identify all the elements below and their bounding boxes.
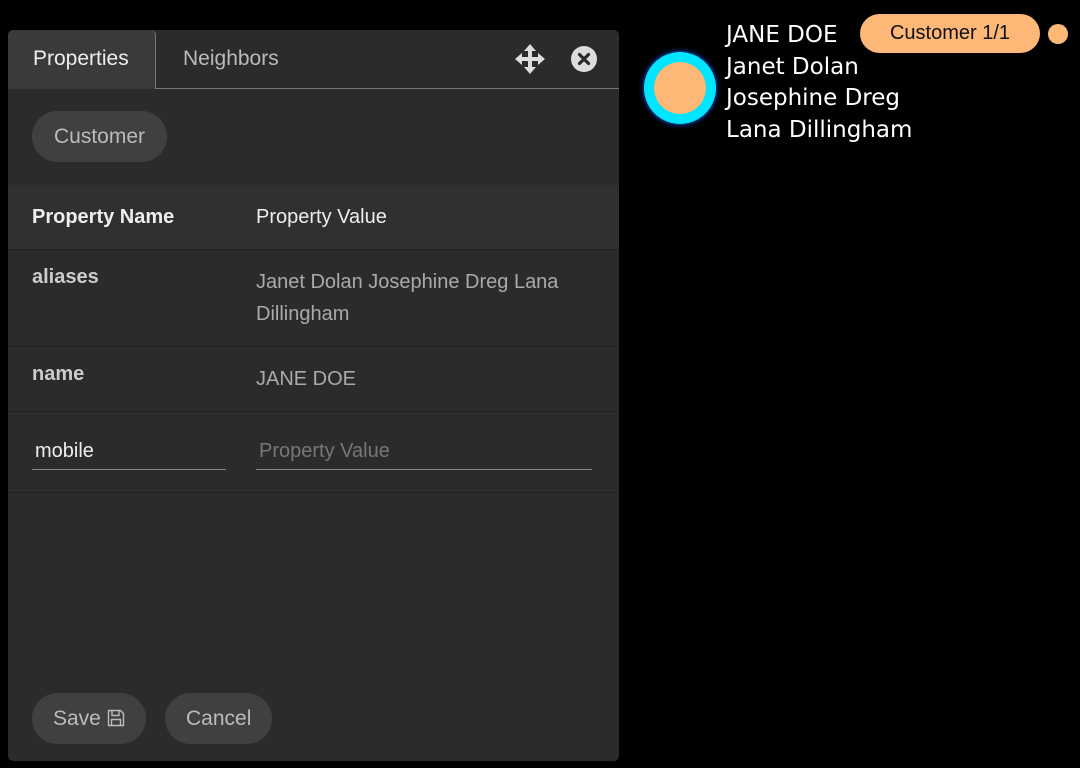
header-property-value: Property Value <box>256 206 387 228</box>
node-label-chip[interactable]: Customer <box>32 111 168 162</box>
new-property-row <box>8 412 619 493</box>
property-name: name <box>32 363 85 385</box>
floppy-disk-icon <box>107 709 124 727</box>
property-value-input[interactable] <box>256 434 592 470</box>
legend-dot <box>1048 24 1068 44</box>
node-label: Lana Dillingham <box>726 116 913 143</box>
table-row: aliases Janet Dolan Josephine Dreg Lana … <box>8 250 619 347</box>
property-value[interactable]: JANE DOE <box>256 363 595 395</box>
graph-node[interactable] <box>644 52 716 124</box>
properties-table: Property Name Property Value aliases Jan… <box>8 185 619 493</box>
property-value[interactable]: Janet Dolan Josephine Dreg Lana Dillingh… <box>256 266 595 330</box>
cancel-button[interactable]: Cancel <box>165 693 273 744</box>
tab-bar: Properties Neighbors <box>8 30 619 89</box>
close-circle-icon[interactable] <box>567 42 601 76</box>
save-label: Save <box>53 707 101 730</box>
save-button[interactable]: Save <box>32 693 146 744</box>
customer-count-badge[interactable]: Customer 1/1 <box>860 14 1040 53</box>
node-label: Janet Dolan <box>726 53 859 80</box>
tab-properties[interactable]: Properties <box>8 30 156 89</box>
property-name-input[interactable] <box>32 434 226 470</box>
tab-neighbors[interactable]: Neighbors <box>158 30 304 89</box>
node-label: Josephine Dreg <box>726 85 901 111</box>
property-name: aliases <box>32 266 99 288</box>
header-property-name: Property Name <box>32 205 175 228</box>
move-arrows-icon[interactable] <box>513 42 547 76</box>
properties-panel: Properties Neighbors Customer Property N… <box>8 30 619 761</box>
table-header: Property Name Property Value <box>8 185 619 250</box>
table-row: name JANE DOE <box>8 347 619 412</box>
node-fill <box>654 62 706 114</box>
